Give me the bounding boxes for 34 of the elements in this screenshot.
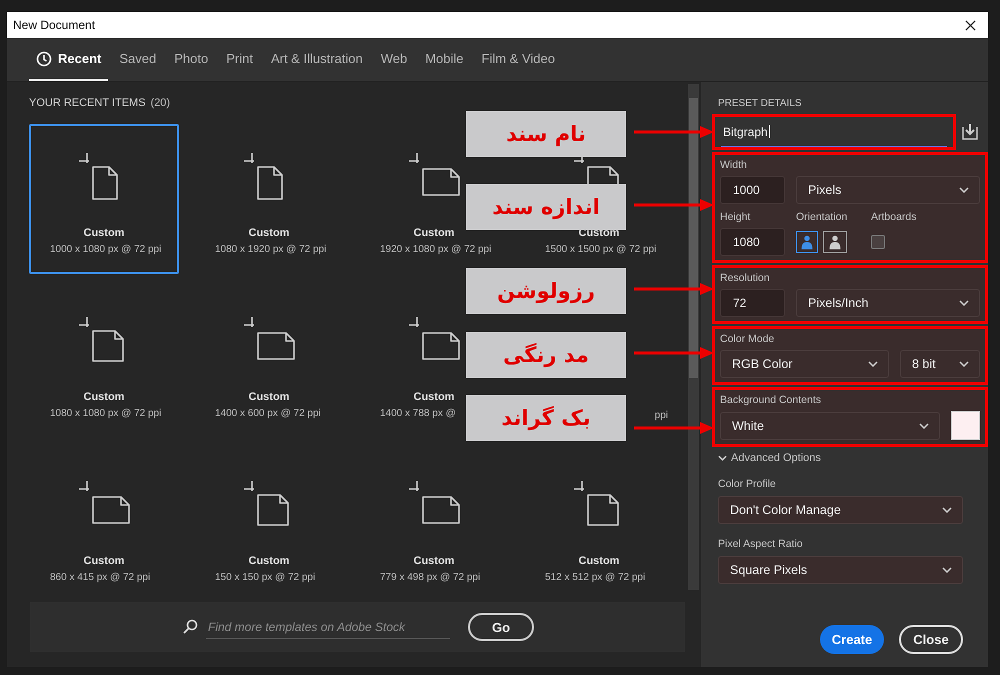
field-label: Width (720, 159, 748, 172)
annotation-tooltip: اندازه سند (466, 184, 626, 230)
window-title: New Document (13, 18, 96, 32)
annotation-tooltip: رزولوشن (466, 268, 626, 314)
preset-name: Custom (84, 390, 124, 404)
preset-name: Custom (84, 554, 124, 568)
item-count: (20) (150, 97, 170, 111)
field-label: Pixel Aspect Ratio (718, 538, 804, 551)
preset-name: Custom (414, 554, 454, 568)
section-heading: YOUR RECENT ITEMS (29, 97, 146, 111)
preset-name: Custom (248, 554, 290, 568)
field-label: Artboards (871, 211, 917, 224)
preset-name: Custom (578, 554, 620, 568)
section-heading: PRESET DETAILS (718, 98, 803, 110)
preset-name: Custom (248, 226, 290, 240)
field-label: Background Contents (720, 394, 822, 407)
annotation-tooltip: بک گراند (466, 395, 626, 441)
preset-name: Custom (414, 226, 454, 240)
annotation-tooltip: مد رنگی (466, 332, 626, 378)
preset-size: 779 x 498 px @ 72 ppi (380, 571, 482, 585)
field-label: Resolution (720, 272, 771, 285)
preset-name: Custom (84, 226, 124, 240)
preset-size: 1400 x 788 px @ (380, 407, 457, 421)
preset-size: 860 x 415 px @ 72 ppi (50, 571, 152, 585)
preset-name: Custom (414, 390, 454, 404)
preset-name: Custom (248, 390, 290, 404)
preset-size: 512 x 512 px @ 72 ppi (545, 571, 646, 585)
preset-size: 150 x 150 px @ 72 ppi (215, 571, 316, 585)
annotation-tooltip: نام سند (466, 111, 626, 157)
field-label: Color Mode (720, 333, 776, 346)
field-label: Color Profile (718, 478, 777, 491)
preset-size: 1400 x 600 px @ 72 ppi (215, 407, 322, 421)
field-label: Height (720, 211, 752, 224)
field-label: Orientation (796, 211, 848, 224)
